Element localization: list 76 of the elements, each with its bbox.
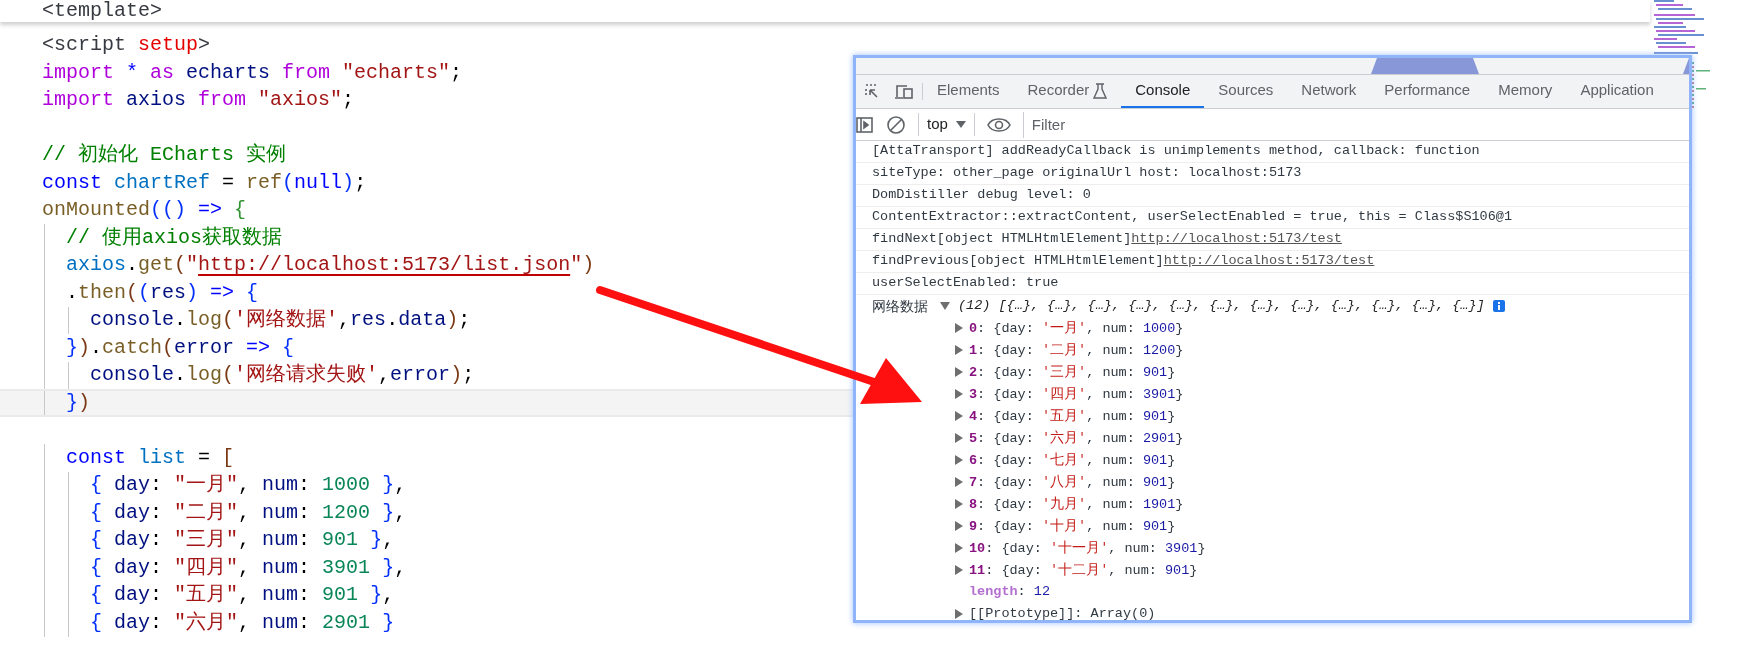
expand-arrow-icon[interactable]: [955, 345, 963, 355]
code-line: { day: "四月", num: 3901 },: [0, 554, 853, 582]
array-entry: 0: {day: '一月', num: 1000}: [969, 317, 1184, 338]
devtools-tab[interactable]: Application: [1566, 75, 1668, 108]
array-entry: 5: {day: '六月', num: 2901}: [969, 427, 1184, 448]
expand-arrow-icon[interactable]: [955, 565, 963, 575]
expand-arrow-icon[interactable]: [955, 521, 963, 531]
console-message: findNext[object HTMLHtmlElement]: [872, 230, 1132, 249]
source-link[interactable]: http://localhost:5173/test: [1131, 229, 1342, 250]
expand-arrow-icon[interactable]: [955, 389, 963, 399]
devtools-tab[interactable]: Recorder: [1013, 75, 1122, 108]
expand-arrow-icon[interactable]: [955, 411, 963, 421]
info-icon: [1492, 300, 1505, 312]
array-entry: 2: {day: '三月', num: 901}: [969, 361, 1176, 382]
console-message: findPrevious[object HTMLHtmlElement]: [872, 252, 1164, 271]
array-entry: length: 12: [969, 582, 1050, 601]
code-line: { day: "二月", num: 1200 },: [0, 499, 853, 527]
array-entry: 10: {day: '十一月', num: 3901}: [969, 537, 1206, 558]
code-line: import axios from "axios";: [41, 87, 356, 114]
array-entry: 1: {day: '二月', num: 1200}: [969, 339, 1184, 360]
code-line: // 初始化 ECharts 实例: [41, 142, 288, 169]
code-line: axios.get("http://localhost:5173/list.json"): [0, 251, 853, 279]
devtools-tab[interactable]: Performance: [1370, 75, 1485, 108]
code-line: { day: "一月", num: 1000 },: [0, 471, 853, 499]
console-message: userSelectEnabled: true: [872, 274, 1059, 293]
expand-arrow-icon[interactable]: [955, 477, 963, 487]
code-line: // 使用axios获取数据: [0, 224, 853, 252]
eye-icon[interactable]: [986, 116, 1011, 133]
flask-icon: [1093, 82, 1108, 99]
code-line: <script setup>: [41, 32, 212, 59]
array-entry: [[Prototype]]: Array(0): [969, 604, 1156, 620]
array-entry: 6: {day: '七月', num: 901}: [969, 449, 1176, 470]
code-line: { day: "三月", num: 901 },: [0, 526, 853, 554]
expand-arrow-icon[interactable]: [955, 499, 963, 509]
code-line: }).catch(error => {: [0, 334, 853, 362]
code-line: console.log('网络请求失败',error);: [0, 361, 853, 389]
clear-console-icon[interactable]: [886, 114, 906, 135]
array-entry: 9: {day: '十月', num: 901}: [969, 515, 1176, 536]
devtools-tab[interactable]: Console: [1121, 75, 1205, 108]
expand-arrow-icon[interactable]: [955, 367, 963, 377]
code-line: <template>: [42, 0, 163, 24]
code-line: onMounted(() => {: [41, 197, 248, 224]
devtools-tab[interactable]: Network: [1287, 75, 1371, 108]
devtools-tab[interactable]: Memory: [1484, 75, 1567, 108]
expand-arrow-icon[interactable]: [955, 455, 963, 465]
context-dropdown[interactable]: top: [918, 113, 975, 136]
array-entry: 8: {day: '九月', num: 1901}: [969, 493, 1184, 514]
array-summary: (12) [{…}, {…}, {…}, {…}, {…}, {…}, {…}, {…}, {…}, {…}, {…}, {…}]: [958, 296, 1485, 315]
expand-arrow-icon[interactable]: [955, 433, 963, 443]
caret-icon: [955, 120, 966, 129]
sidebar-toggle-icon[interactable]: [856, 115, 874, 134]
filter-field[interactable]: Filter: [1022, 111, 1685, 138]
code-line: .then((res) => {: [0, 279, 853, 307]
code-line: const list = [: [0, 444, 853, 472]
expand-arrow-icon[interactable]: [955, 543, 963, 553]
array-entry: 7: {day: '八月', num: 901}: [969, 471, 1176, 492]
array-entry: 4: {day: '五月', num: 901}: [969, 405, 1176, 426]
code-line: import * as echarts from "echarts";: [41, 59, 464, 86]
device-toolbar-icon[interactable]: [894, 82, 914, 101]
expand-arrow-icon[interactable]: [955, 323, 963, 333]
devtools-tab[interactable]: Sources: [1204, 75, 1288, 108]
array-entry: 11: {day: '十二月', num: 901}: [969, 559, 1198, 580]
array-entry: 3: {day: '四月', num: 3901}: [969, 383, 1184, 404]
console-message: [AttaTransport] addReadyCallback is unimplements method, callback: function: [872, 142, 1480, 161]
expand-arrow-icon[interactable]: [955, 609, 963, 619]
code-line: const chartRef = ref(null);: [41, 169, 368, 196]
code-line: console.log('网络数据',res.data);: [0, 306, 853, 334]
console-message: siteType: other_page originalUrl host: localhost:5173: [872, 164, 1302, 183]
console-message: DomDistiller debug level: 0: [872, 186, 1091, 205]
source-link[interactable]: http://localhost:5173/test: [1163, 251, 1375, 272]
code-line: { day: "五月", num: 901 },: [0, 581, 853, 609]
devtools-tab[interactable]: Elements: [923, 75, 1014, 108]
expand-arrow-icon[interactable]: [940, 301, 950, 311]
console-label: 网络数据: [872, 296, 928, 316]
console-message: ContentExtractor::extractContent, userSelectEnabled = true, this = Class$S106@1: [872, 208, 1512, 227]
code-line: { day: "六月", num: 2901 }: [0, 609, 853, 637]
